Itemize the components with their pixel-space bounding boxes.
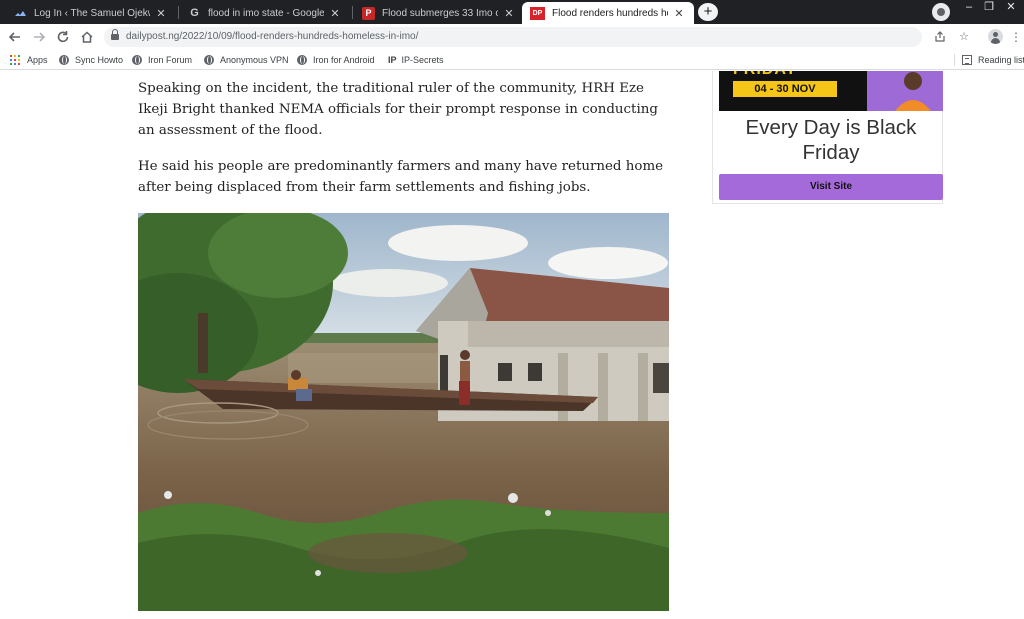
bookmark-anonymous-vpn[interactable]: Anonymous VPN xyxy=(204,53,289,67)
minimize-button[interactable]: – xyxy=(958,0,980,24)
tab-flood-renders-active[interactable]: DP Flood renders hundreds homeless ✕ xyxy=(522,2,694,24)
bookmark-label: Sync Howto xyxy=(75,55,124,65)
tab-close-icon[interactable]: ✕ xyxy=(672,7,686,20)
share-icon[interactable] xyxy=(932,28,948,46)
close-window-button[interactable]: ✕ xyxy=(1000,0,1022,24)
tab-flood-submerges[interactable]: P Flood submerges 33 Imo commu ✕ xyxy=(354,2,524,24)
tab-samuel-ojekwe-blog[interactable]: Log In ‹ The Samuel Ojekwe Blog ✕ xyxy=(6,2,176,24)
article-paragraph: Speaking on the incident, the traditiona… xyxy=(138,81,658,138)
bookmark-star-icon[interactable]: ☆ xyxy=(956,28,972,46)
reading-list-icon xyxy=(962,55,972,65)
profile-avatar[interactable] xyxy=(988,29,1003,44)
lock-icon[interactable] xyxy=(111,29,119,40)
ip-icon: IP xyxy=(388,55,397,65)
address-bar[interactable]: dailypost.ng/2022/10/09/flood-renders-hu… xyxy=(104,27,969,47)
bookmarks-divider xyxy=(954,54,955,66)
ad-banner-dates: 04 - 30 NOV xyxy=(733,81,837,97)
bookmark-label: Iron Forum xyxy=(148,55,193,65)
webpage-viewport: Speaking on the incident, the traditiona… xyxy=(0,71,1024,619)
ad-model-photo xyxy=(867,71,943,111)
home-icon[interactable] xyxy=(78,28,96,46)
tab-divider xyxy=(178,6,179,19)
dailypost-icon: DP xyxy=(530,6,545,20)
bookmark-label: IP-Secrets xyxy=(401,55,444,65)
wordpress-icon xyxy=(14,7,27,20)
bookmark-ip-secrets[interactable]: IP IP-Secrets xyxy=(388,53,444,67)
tab-title: Log In ‹ The Samuel Ojekwe Blog xyxy=(34,7,150,19)
bookmark-iron-forum[interactable]: Iron Forum xyxy=(132,53,192,67)
reading-list-label: Reading list xyxy=(978,55,1024,65)
globe-icon xyxy=(297,55,307,65)
tab-close-icon[interactable]: ✕ xyxy=(328,7,342,20)
menu-kebab-icon[interactable]: ⋮ xyxy=(1008,28,1024,46)
bookmark-label: Apps xyxy=(27,55,48,65)
globe-icon xyxy=(132,55,142,65)
bookmarks-bar: Apps Sync Howto Iron Forum Anonymous VPN… xyxy=(0,50,1024,70)
bookmark-apps[interactable]: Apps xyxy=(10,53,48,67)
url-text[interactable]: dailypost.ng/2022/10/09/flood-renders-hu… xyxy=(126,31,418,42)
visit-site-button[interactable]: Visit Site xyxy=(719,174,943,200)
tab-google-search[interactable]: G flood in imo state - Google Search ✕ xyxy=(180,2,350,24)
tab-title: Flood renders hundreds homeless xyxy=(552,7,668,19)
reload-icon[interactable] xyxy=(54,28,72,46)
tab-close-icon[interactable]: ✕ xyxy=(154,7,168,20)
tab-divider xyxy=(352,6,353,19)
tab-title: Flood submerges 33 Imo commu xyxy=(382,7,498,19)
google-icon: G xyxy=(190,7,199,19)
browser-toolbar: dailypost.ng/2022/10/09/flood-renders-hu… xyxy=(0,24,1024,50)
bookmark-label: Anonymous VPN xyxy=(220,55,289,65)
tab-search-icon[interactable] xyxy=(932,3,950,21)
ad-headline[interactable]: Every Day is Black Friday xyxy=(719,115,943,165)
bookmark-iron-for-android[interactable]: Iron for Android xyxy=(297,53,375,67)
tab-title: flood in imo state - Google Search xyxy=(208,7,324,19)
forward-arrow-icon[interactable] xyxy=(30,28,48,46)
ad-banner-image[interactable]: FRIDAY 04 - 30 NOV xyxy=(719,71,943,111)
article-paragraph: He said his people are predominantly far… xyxy=(138,159,664,195)
bookmark-label: Iron for Android xyxy=(313,55,375,65)
apps-grid-icon xyxy=(10,55,20,65)
advertisement[interactable]: FRIDAY 04 - 30 NOV Every Day is Black Fr… xyxy=(712,71,943,204)
restore-button[interactable]: ❐ xyxy=(978,0,1000,24)
ad-banner-word: FRIDAY xyxy=(733,71,797,79)
back-arrow-icon[interactable] xyxy=(6,28,24,46)
reading-list-button[interactable]: Reading list xyxy=(962,53,1024,67)
tab-close-icon[interactable]: ✕ xyxy=(502,7,516,20)
globe-icon xyxy=(59,55,69,65)
bookmark-sync-howto[interactable]: Sync Howto xyxy=(59,53,123,67)
flooded-village-canoe-photo xyxy=(138,213,669,611)
new-tab-button[interactable]: + xyxy=(698,3,718,21)
globe-icon xyxy=(204,55,214,65)
tab-strip: Log In ‹ The Samuel Ojekwe Blog ✕ G floo… xyxy=(0,0,1024,24)
punch-icon: P xyxy=(362,6,375,20)
